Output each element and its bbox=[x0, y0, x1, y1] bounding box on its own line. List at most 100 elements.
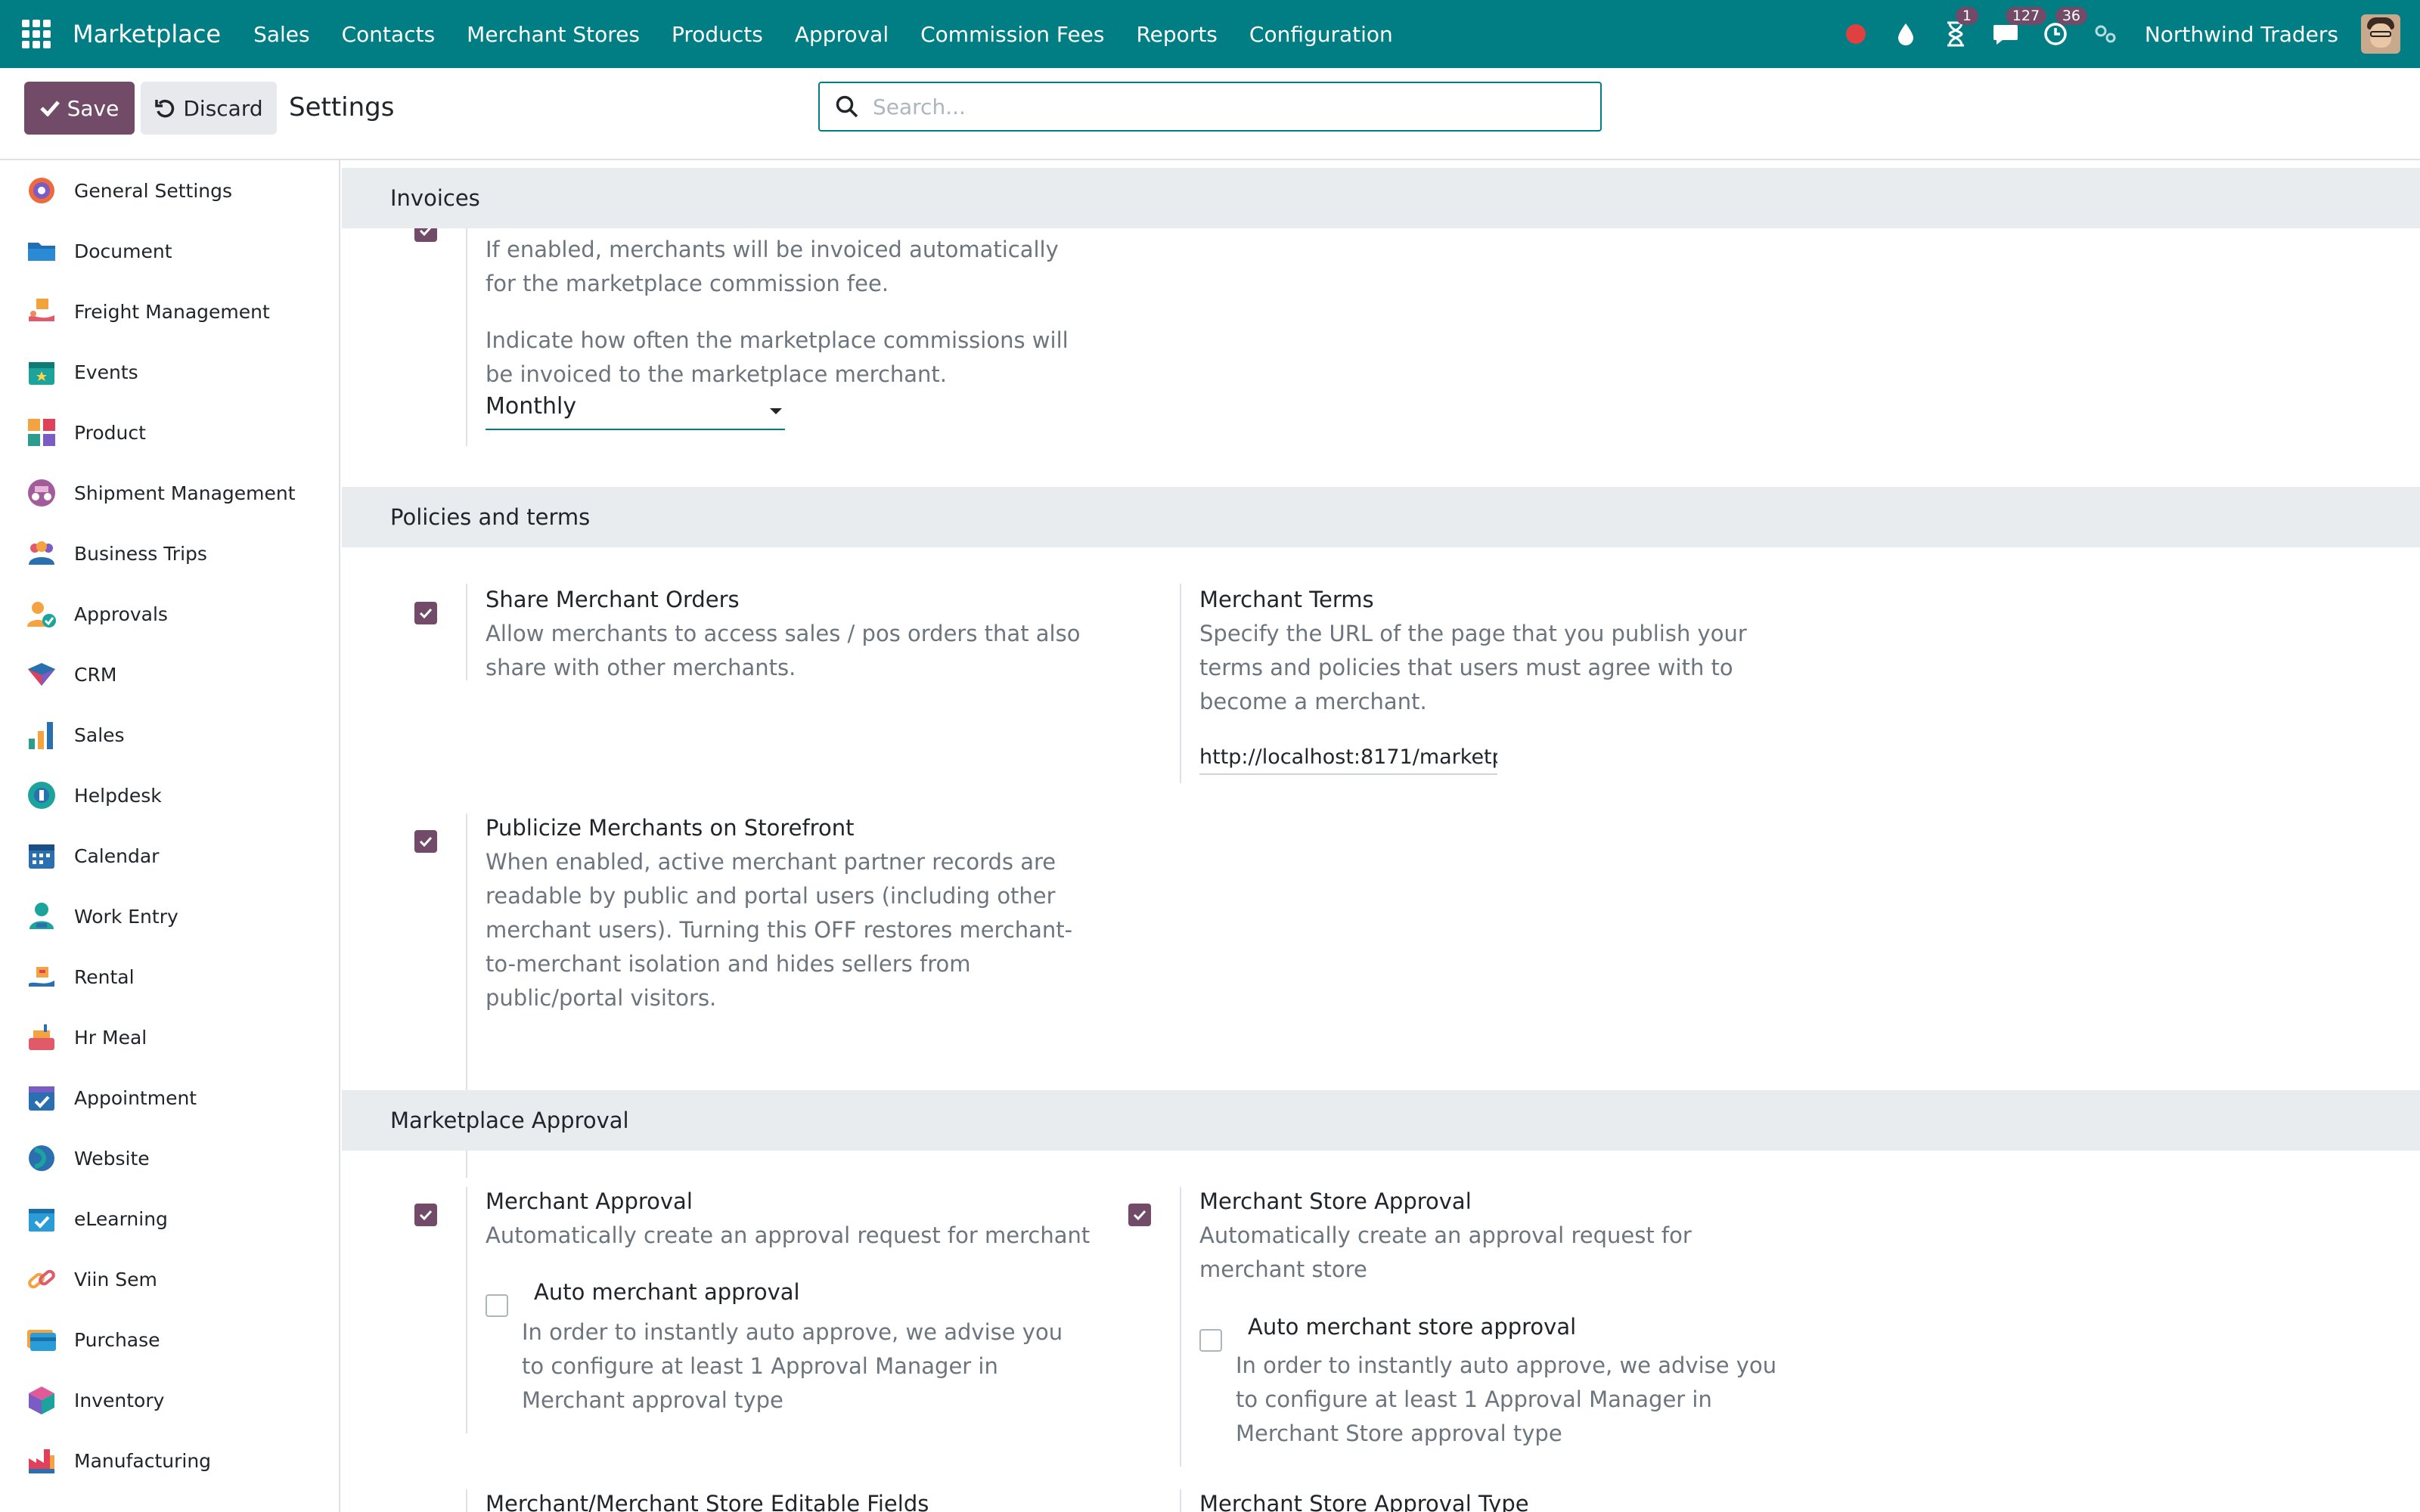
systray: 1 127 36 Northwind Traders bbox=[1820, 0, 2400, 68]
sidebar-item-product[interactable]: Product bbox=[0, 402, 339, 463]
auto-merchant-approval-description: In order to instantly auto approve, we a… bbox=[522, 1319, 1063, 1413]
editable-fields-title: Merchant/Merchant Store Editable Fields bbox=[486, 1491, 929, 1512]
search-input[interactable] bbox=[873, 94, 1553, 119]
company-name[interactable]: Northwind Traders bbox=[2145, 22, 2338, 47]
crm-icon bbox=[28, 663, 55, 686]
merchant-terms-description: Specify the URL of the page that you pub… bbox=[1199, 621, 1747, 714]
menu-sales[interactable]: Sales bbox=[237, 22, 326, 47]
menu-contacts[interactable]: Contacts bbox=[326, 22, 451, 47]
sidebar-item-crm[interactable]: CRM bbox=[0, 644, 339, 705]
publicize-merchants-checkbox[interactable] bbox=[414, 830, 437, 853]
top-navbar: Marketplace Sales Contacts Merchant Stor… bbox=[0, 0, 2420, 68]
invoices-divider bbox=[466, 221, 467, 446]
merchant-approval-divider bbox=[466, 1187, 467, 1433]
approval-user-icon bbox=[27, 602, 56, 627]
settings-search bbox=[818, 82, 1602, 132]
auto-store-approval-description: In order to instantly auto approve, we a… bbox=[1236, 1352, 1777, 1446]
auto-invoice-description: If enabled, merchants will be invoiced a… bbox=[486, 237, 1059, 296]
page-title: Settings bbox=[289, 92, 395, 122]
product-icon bbox=[28, 419, 55, 446]
shipment-icon bbox=[28, 479, 55, 507]
sidebar-item-elearning[interactable]: eLearning bbox=[0, 1188, 339, 1249]
share-orders-title: Share Merchant Orders bbox=[486, 587, 740, 612]
sidebar-item-business-trips[interactable]: Business Trips bbox=[0, 523, 339, 584]
sidebar-item-viin-sem[interactable]: Viin Sem bbox=[0, 1249, 339, 1309]
sidebar-item-hr-meal[interactable]: Hr Meal bbox=[0, 1007, 339, 1067]
save-button[interactable]: Save bbox=[24, 82, 135, 135]
sales-chart-icon bbox=[29, 722, 53, 749]
sidebar-item-freight-management[interactable]: Freight Management bbox=[0, 281, 339, 342]
check-icon bbox=[419, 1210, 433, 1220]
sidebar-item-events[interactable]: Events bbox=[0, 342, 339, 402]
general-settings-icon bbox=[29, 178, 54, 203]
freight-icon bbox=[29, 299, 54, 321]
helpdesk-icon bbox=[28, 782, 55, 809]
sidebar-item-work-entry[interactable]: Work Entry bbox=[0, 886, 339, 947]
user-avatar[interactable] bbox=[2361, 14, 2400, 54]
calendar-event-icon bbox=[29, 362, 54, 385]
clock-badge: 36 bbox=[2055, 7, 2088, 25]
people-icon bbox=[29, 541, 54, 565]
inventory-box-icon bbox=[29, 1387, 54, 1414]
website-icon bbox=[29, 1145, 54, 1171]
activity-badge: 1 bbox=[1955, 7, 1978, 25]
merchant-terms-url-input[interactable]: http://localhost:8171/marketplace/terms bbox=[1199, 745, 1497, 775]
menu-approval[interactable]: Approval bbox=[779, 22, 904, 47]
discard-button[interactable]: Discard bbox=[141, 82, 277, 135]
sidebar-item-helpdesk[interactable]: Helpdesk bbox=[0, 765, 339, 826]
store-approval-divider bbox=[1180, 1187, 1181, 1467]
sidebar-item-calendar[interactable]: Calendar bbox=[0, 826, 339, 886]
chevron-down-icon[interactable] bbox=[770, 408, 782, 414]
record-icon[interactable] bbox=[1842, 20, 1869, 48]
messages-icon[interactable]: 127 bbox=[1992, 7, 2047, 48]
drop-icon[interactable] bbox=[1892, 20, 1919, 48]
sidebar-item-general-settings[interactable]: General Settings bbox=[0, 160, 339, 221]
store-approval-type-title: Merchant Store Approval Type bbox=[1199, 1491, 1529, 1512]
meal-icon bbox=[29, 1024, 54, 1050]
sidebar-item-website[interactable]: Website bbox=[0, 1128, 339, 1188]
check-icon bbox=[419, 608, 433, 618]
sidebar-item-shipment-management[interactable]: Shipment Management bbox=[0, 463, 339, 523]
invoice-frequency-select[interactable] bbox=[486, 429, 785, 430]
sidebar-item-document[interactable]: Document bbox=[0, 221, 339, 281]
store-approval-checkbox[interactable] bbox=[1128, 1204, 1151, 1226]
menu-products[interactable]: Products bbox=[656, 22, 779, 47]
sidebar-item-appointment[interactable]: Appointment bbox=[0, 1067, 339, 1128]
check-icon bbox=[419, 836, 433, 847]
sidebar-item-approvals[interactable]: Approvals bbox=[0, 584, 339, 644]
app-brand[interactable]: Marketplace bbox=[73, 20, 221, 48]
menu-reports[interactable]: Reports bbox=[1120, 22, 1233, 47]
apps-menu-icon[interactable] bbox=[20, 17, 53, 51]
work-entry-icon bbox=[29, 903, 54, 929]
auto-store-approval-checkbox[interactable] bbox=[1199, 1329, 1222, 1352]
clock-icon[interactable]: 36 bbox=[2042, 7, 2088, 48]
link-icon bbox=[28, 1269, 55, 1289]
merchant-approval-description: Automatically create an approval request… bbox=[486, 1222, 1091, 1248]
merchant-approval-checkbox[interactable] bbox=[414, 1204, 437, 1226]
activity-icon[interactable]: 1 bbox=[1942, 7, 1978, 48]
discard-label: Discard bbox=[183, 95, 263, 121]
undo-icon bbox=[155, 99, 175, 118]
menu-configuration[interactable]: Configuration bbox=[1233, 22, 1409, 47]
section-marketplace-approval: Marketplace Approval bbox=[342, 1090, 2420, 1151]
auto-merchant-approval-checkbox[interactable] bbox=[486, 1294, 508, 1317]
rental-icon bbox=[29, 967, 54, 987]
merchant-terms-title: Merchant Terms bbox=[1199, 587, 1374, 612]
company-switch-icon[interactable] bbox=[2092, 20, 2119, 48]
sidebar-item-purchase[interactable]: Purchase bbox=[0, 1309, 339, 1370]
sidebar-item-sales[interactable]: Sales bbox=[0, 705, 339, 765]
publicize-merchants-description: When enabled, active merchant partner re… bbox=[486, 849, 1073, 1011]
sidebar-item-inventory[interactable]: Inventory bbox=[0, 1370, 339, 1430]
sidebar-item-manufacturing[interactable]: Manufacturing bbox=[0, 1430, 339, 1491]
share-orders-checkbox[interactable] bbox=[414, 602, 437, 624]
control-panel: Save Discard Settings bbox=[0, 68, 2420, 160]
menu-commission-fees[interactable]: Commission Fees bbox=[904, 22, 1120, 47]
invoice-frequency-value[interactable]: Monthly bbox=[486, 393, 576, 420]
purchase-card-icon bbox=[27, 1330, 56, 1351]
store-approval-title: Merchant Store Approval bbox=[1199, 1188, 1472, 1214]
auto-merchant-approval-label[interactable]: Auto merchant approval bbox=[534, 1279, 800, 1305]
sidebar-item-rental[interactable]: Rental bbox=[0, 947, 339, 1007]
search-icon bbox=[836, 95, 858, 118]
menu-merchant-stores[interactable]: Merchant Stores bbox=[451, 22, 656, 47]
auto-store-approval-label[interactable]: Auto merchant store approval bbox=[1248, 1314, 1576, 1340]
